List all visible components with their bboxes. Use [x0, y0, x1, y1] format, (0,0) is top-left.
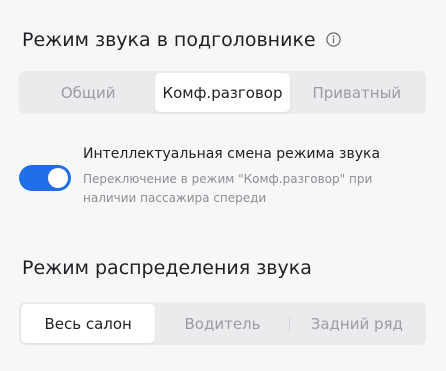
distribution-option-whole-cabin-label: Весь салон: [44, 314, 132, 333]
smart-switch-description: Переключение в режим "Комф.разговор" при…: [83, 172, 373, 205]
headrest-sound-mode-selector: Общий Комф.разговор Приватный: [19, 71, 426, 114]
sound-settings-page: Режим звука в подголовнике Общий Комф.ра…: [0, 0, 446, 371]
info-icon[interactable]: [326, 31, 341, 47]
headrest-sound-mode-label: Режим звука в подголовнике: [22, 29, 316, 51]
distribution-option-driver-label: Водитель: [184, 314, 261, 333]
smart-switch-toggle[interactable]: [19, 165, 71, 191]
headrest-option-comfort-talk-label: Комф.разговор: [162, 83, 283, 102]
headrest-option-private[interactable]: Приватный: [290, 73, 424, 112]
toggle-knob: [48, 168, 68, 188]
distribution-option-rear-row-label: Задний ряд: [310, 314, 403, 333]
distribution-option-rear-row[interactable]: Задний ряд: [290, 304, 424, 343]
smart-switch-label: Интеллектуальная смена режима звука: [83, 146, 381, 162]
distribution-mode-title: Режим распределения звука: [22, 257, 312, 279]
distribution-option-driver[interactable]: Водитель: [155, 304, 290, 343]
distribution-mode-selector: Весь салон Водитель Задний ряд: [19, 302, 426, 345]
distribution-mode-label: Режим распределения звука: [22, 257, 312, 279]
headrest-option-general[interactable]: Общий: [21, 73, 155, 112]
headrest-option-general-label: Общий: [60, 83, 116, 102]
headrest-option-comfort-talk[interactable]: Комф.разговор: [155, 73, 290, 112]
distribution-option-whole-cabin[interactable]: Весь салон: [21, 304, 156, 343]
headrest-sound-mode-title: Режим звука в подголовнике: [22, 29, 341, 51]
headrest-option-private-label: Приватный: [312, 83, 402, 102]
